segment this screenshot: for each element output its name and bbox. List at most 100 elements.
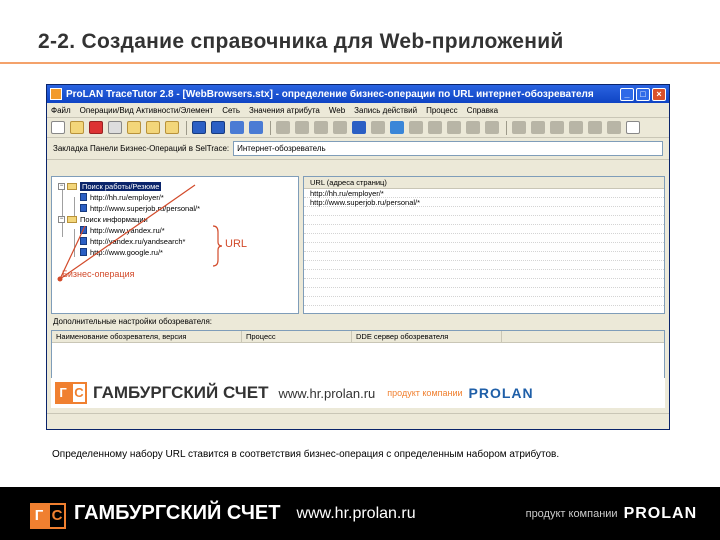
close-button[interactable]: ×: [652, 87, 666, 101]
menu-web[interactable]: Web: [329, 106, 345, 115]
slide-title: 2-2. Создание справочника для Web-прилож…: [38, 30, 564, 53]
delete-icon[interactable]: [108, 121, 122, 134]
url-edit-icon[interactable]: [211, 121, 225, 134]
browser-icon[interactable]: [390, 121, 404, 134]
tool-icon[interactable]: [607, 121, 621, 134]
url-icon: [80, 248, 87, 256]
url-list-header[interactable]: URL (адреса страниц): [304, 177, 664, 189]
tree-folder-info[interactable]: − Поиск информации: [58, 214, 148, 224]
tool-icon[interactable]: [276, 121, 290, 134]
tool-icon[interactable]: [550, 121, 564, 134]
arrow-up-icon[interactable]: [230, 121, 244, 134]
collapse-icon[interactable]: −: [58, 215, 65, 223]
url-list-empty-row: [304, 261, 664, 270]
slide-caption: Определенному набору URL ставится в соот…: [52, 449, 560, 460]
folder-edit-icon[interactable]: [165, 121, 179, 134]
logo-letter: С: [48, 502, 66, 529]
url-list-empty-row: [304, 243, 664, 252]
title-divider: [0, 62, 720, 64]
attrs-column-header[interactable]: Процесс: [242, 331, 352, 342]
footer-brand-url: www.hr.prolan.ru: [296, 504, 416, 522]
web-icon[interactable]: [352, 121, 366, 134]
slide: 2-2. Создание справочника для Web-прилож…: [0, 0, 720, 540]
annotation-operation: Бизнес-операция: [62, 269, 135, 279]
new-file-icon[interactable]: [51, 121, 65, 134]
footer-brand-name: ГАМБУРГСКИЙ СЧЕТ: [74, 502, 281, 524]
panes: − Поиск работы/Резюме http://hh.ru/emplo…: [51, 176, 665, 314]
tree-line: [62, 187, 63, 237]
folder-add-icon[interactable]: [146, 121, 160, 134]
toolbar-separator: [186, 120, 187, 135]
tool-icon[interactable]: [466, 121, 480, 134]
window-titlebar[interactable]: ProLAN TraceTutor 2.8 - [WebBrowsers.stx…: [47, 85, 669, 103]
tool-icon[interactable]: [569, 121, 583, 134]
document-icon[interactable]: [626, 121, 640, 134]
url-icon: [80, 204, 87, 212]
statusbar: [47, 413, 669, 429]
menu-help[interactable]: Справка: [467, 106, 498, 115]
attrs-table: Наименование обозревателя, версия Процес…: [51, 330, 665, 380]
toolbar: [47, 118, 669, 138]
url-list: URL (адреса страниц) http://hh.ru/employ…: [303, 176, 665, 314]
url-list-row[interactable]: http://www.superjob.ru/personal/*: [304, 198, 664, 207]
tree-folder-job[interactable]: − Поиск работы/Резюме: [58, 181, 162, 191]
window-title: ProLAN TraceTutor 2.8 - [WebBrowsers.stx…: [66, 88, 594, 100]
url-list-row[interactable]: http://hh.ru/employer/*: [304, 189, 664, 198]
url-add-icon[interactable]: [192, 121, 206, 134]
tool-icon[interactable]: [588, 121, 602, 134]
tool-icon[interactable]: [428, 121, 442, 134]
tree-item[interactable]: http://www.superjob.ru/personal/*: [80, 203, 200, 213]
tool-icon[interactable]: [447, 121, 461, 134]
tree-item-label: http://www.yandex.ru/*: [90, 225, 165, 235]
tool-icon[interactable]: [485, 121, 499, 134]
logo-letter: С: [71, 382, 87, 404]
app-icon: [50, 88, 62, 100]
menu-process[interactable]: Процесс: [426, 106, 458, 115]
tree-item[interactable]: http://www.yandex.ru/*: [80, 225, 165, 235]
bookmark-field[interactable]: Интернет-обозреватель: [233, 141, 663, 156]
open-folder-icon[interactable]: [70, 121, 84, 134]
menu-recording[interactable]: Запись действий: [354, 106, 417, 115]
menu-operations[interactable]: Операции/Вид Активности/Элемент: [80, 106, 214, 115]
maximize-button[interactable]: □: [636, 87, 650, 101]
url-icon: [80, 226, 87, 234]
menu-attribute-values[interactable]: Значения атрибута: [249, 106, 320, 115]
url-list-empty-row: [304, 279, 664, 288]
check-icon[interactable]: [89, 121, 103, 134]
prolan-logo: PROLAN: [468, 385, 534, 401]
tree-item[interactable]: http://yandex.ru/yandsearch*: [80, 236, 185, 246]
logo-letter: Г: [30, 502, 48, 529]
tree-folder-label: Поиск работы/Резюме: [80, 181, 162, 191]
tree-item-label: http://yandex.ru/yandsearch*: [90, 236, 186, 246]
tool-icon[interactable]: [531, 121, 545, 134]
brand-name: ГАМБУРГСКИЙ СЧЕТ: [93, 383, 269, 402]
menu-file[interactable]: Файл: [51, 106, 71, 115]
url-list-empty-row: [304, 288, 664, 297]
url-list-empty-row: [304, 207, 664, 216]
tree-line: [74, 229, 75, 257]
attrs-column-header[interactable]: DDE сервер обозревателя: [352, 331, 502, 342]
arrow-down-icon[interactable]: [249, 121, 263, 134]
annotation-url: URL: [225, 238, 248, 250]
tool-icon[interactable]: [371, 121, 385, 134]
tool-icon[interactable]: [512, 121, 526, 134]
minimize-button[interactable]: _: [620, 87, 634, 101]
attrs-label: Дополнительные настройки обозревателя:: [53, 317, 213, 326]
toolbar-separator: [270, 120, 271, 135]
url-icon: [80, 237, 87, 245]
tool-icon[interactable]: [409, 121, 423, 134]
tree-item-label: http://www.google.ru/*: [90, 247, 163, 257]
tree-item[interactable]: http://hh.ru/employer/*: [80, 192, 164, 202]
tool-icon[interactable]: [295, 121, 309, 134]
footer: Г С ГАМБУРГСКИЙ СЧЕТ www.hr.prolan.ru пр…: [0, 487, 720, 540]
tree-item[interactable]: http://www.google.ru/*: [80, 247, 163, 257]
collapse-icon[interactable]: −: [58, 182, 65, 190]
folder-icon: [67, 215, 77, 223]
tool-icon[interactable]: [314, 121, 328, 134]
folder-icon[interactable]: [127, 121, 141, 134]
logo-letter: Г: [55, 382, 71, 404]
tool-icon[interactable]: [333, 121, 347, 134]
attrs-column-header[interactable]: Наименование обозревателя, версия: [52, 331, 242, 342]
url-list-empty-row: [304, 270, 664, 279]
menu-network[interactable]: Сеть: [222, 106, 240, 115]
